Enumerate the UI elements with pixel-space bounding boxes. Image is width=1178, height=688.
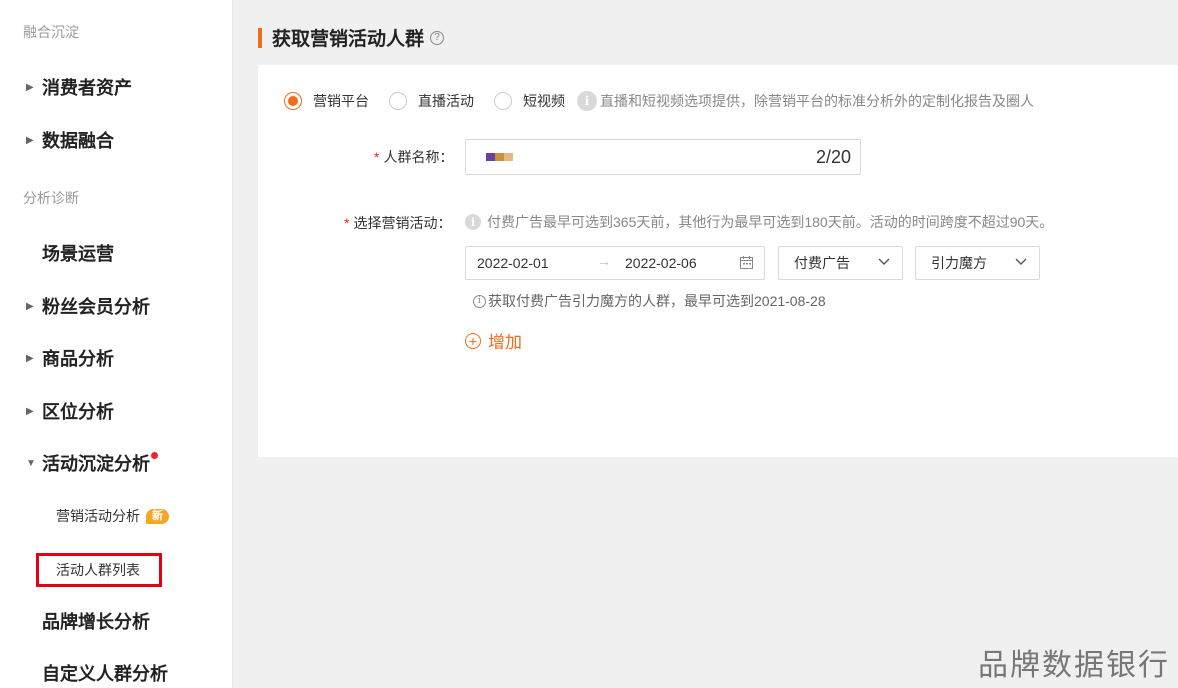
ad-tool-hint: i 获取付费广告引力魔方的人群，最早可选到2021-08-28 [473, 291, 826, 311]
radio-unchecked-icon [494, 92, 512, 110]
add-activity-button[interactable]: + 增加 [465, 328, 522, 353]
select-value: 引力魔方 [931, 255, 987, 271]
label-text: 人群名称： [383, 149, 454, 165]
add-label: 增加 [488, 333, 522, 352]
sidebar-item-label: 商品分析 [42, 349, 114, 369]
sidebar-subitem-label: 营销活动分析 [56, 508, 140, 524]
sidebar-item-data-fusion[interactable]: ▶ 数据融合 [26, 125, 114, 155]
date-start[interactable]: 2022-02-01 [477, 255, 549, 271]
radio-live-activity[interactable]: 直播活动 [389, 91, 474, 111]
caret-down-icon: ▼ [26, 457, 36, 469]
sidebar-item-label-wrap: 活动沉淀分析 [42, 450, 158, 476]
sidebar-item-consumer-assets[interactable]: ▶ 消费者资产 [26, 72, 132, 102]
highlight-annotation-box [36, 553, 162, 587]
caret-right-icon: ▶ [26, 81, 34, 93]
caret-right-icon: ▶ [26, 405, 34, 417]
sidebar-item-label: 粉丝会员分析 [42, 297, 150, 317]
sidebar-item-label: 数据融合 [42, 131, 114, 151]
sidebar-item-product[interactable]: ▶ 商品分析 [26, 343, 114, 373]
sidebar-item-scene-ops[interactable]: 场景运营 [42, 238, 114, 268]
sidebar-item-label: 区位分析 [42, 402, 114, 422]
question-icon[interactable]: ? [430, 30, 445, 45]
sidebar-item-brand-growth[interactable]: 品牌增长分析 [42, 606, 150, 636]
ad-tool-select[interactable]: 引力魔方 [915, 246, 1040, 280]
sidebar: 融合沉淀 ▶ 消费者资产 ▶ 数据融合 分析诊断 场景运营 ▶ 粉丝会员分析 ▶… [0, 0, 233, 688]
notification-dot [151, 452, 158, 459]
sidebar-item-fan-member[interactable]: ▶ 粉丝会员分析 [26, 291, 150, 321]
ad-type-select[interactable]: 付费广告 [778, 246, 903, 280]
sidebar-item-label: 自定义人群分析 [42, 664, 168, 684]
date-range-picker[interactable]: 2022-02-01 → 2022-02-06 [465, 246, 765, 280]
sidebar-subitem-marketing-analysis[interactable]: 营销活动分析 新 [56, 506, 169, 526]
watermark-text: 品牌数据银行 [978, 648, 1170, 683]
sidebar-item-label: 品牌增长分析 [42, 612, 150, 632]
title-accent-bar [258, 27, 262, 48]
caret-right-icon: ▶ [26, 300, 34, 312]
radio-hint-text: 直播和短视频选项提供，除营销平台的标准分析外的定制化报告及圈人 [600, 93, 1034, 109]
caret-right-icon: ▶ [26, 352, 34, 364]
activity-hint: i 付费广告最早可选到365天前，其他行为最早可选到180天前。活动的时间跨度不… [465, 212, 1053, 232]
info-circle-icon: i [473, 294, 486, 308]
new-badge: 新 [146, 508, 169, 524]
date-end[interactable]: 2022-02-06 [625, 255, 697, 271]
sidebar-item-activity-deposit[interactable]: ▼ 活动沉淀分析 [26, 448, 158, 478]
calendar-icon [740, 256, 753, 269]
activity-hint-text: 付费广告最早可选到365天前，其他行为最早可选到180天前。活动的时间跨度不超过… [487, 214, 1054, 230]
sidebar-item-label: 场景运营 [42, 244, 114, 264]
info-icon: i [465, 214, 481, 230]
sidebar-item-custom-crowd[interactable]: 自定义人群分析 [42, 658, 168, 688]
required-mark: * [344, 215, 350, 231]
radio-unchecked-icon [389, 92, 407, 110]
crowd-name-label: * 人群名称： [374, 147, 453, 167]
required-mark: * [374, 149, 380, 165]
radio-label: 营销平台 [313, 93, 369, 109]
section-label-analysis: 分析诊断 [23, 190, 79, 206]
info-icon: i [577, 91, 597, 111]
select-value: 付费广告 [794, 255, 850, 271]
page-header: 获取营销活动人群 ? [258, 24, 445, 51]
page-title: 获取营销活动人群 [272, 29, 425, 50]
char-count: 2/20 [815, 147, 851, 167]
crowd-name-input[interactable]: 2/20 [465, 139, 861, 175]
radio-checked-icon [284, 92, 302, 110]
label-text: 选择营销活动： [353, 215, 452, 231]
radio-label: 直播活动 [418, 93, 474, 109]
source-radio-group: 营销平台 直播活动 短视频 i 直播和短视频选项提供，除营销平台的标准分析外的定… [284, 91, 1034, 111]
caret-right-icon: ▶ [26, 134, 34, 146]
sidebar-item-location[interactable]: ▶ 区位分析 [26, 396, 114, 426]
radio-label: 短视频 [523, 93, 565, 109]
sidebar-item-label: 活动沉淀分析 [42, 454, 150, 474]
form-card: 营销平台 直播活动 短视频 i 直播和短视频选项提供，除营销平台的标准分析外的定… [258, 65, 1178, 457]
plus-circle-icon: + [465, 332, 481, 349]
activity-label: * 选择营销活动： [344, 213, 451, 233]
chevron-down-icon [878, 258, 890, 265]
chevron-down-icon [1015, 258, 1027, 265]
arrow-right-icon: → [597, 253, 611, 269]
radio-marketing-platform[interactable]: 营销平台 [284, 91, 369, 111]
ad-tool-hint-text: 获取付费广告引力魔方的人群，最早可选到2021-08-28 [488, 293, 826, 309]
radio-short-video[interactable]: 短视频 [494, 91, 565, 111]
section-label-fusion: 融合沉淀 [23, 24, 79, 40]
redacted-name-swatch [486, 153, 513, 161]
sidebar-item-label: 消费者资产 [42, 78, 132, 98]
